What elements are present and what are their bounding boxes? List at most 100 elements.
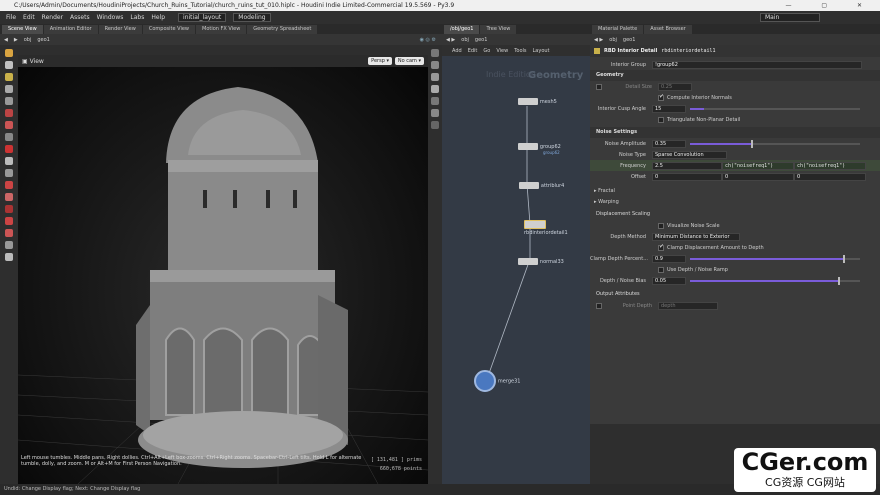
- wire-tool-icon[interactable]: [5, 217, 13, 225]
- menu-render[interactable]: Render: [42, 14, 63, 21]
- param-label: Detail Size: [625, 83, 652, 90]
- menu-windows[interactable]: Windows: [97, 14, 124, 21]
- offset-x-field[interactable]: 0: [652, 172, 722, 181]
- node-mesh5[interactable]: mesh5: [518, 98, 557, 105]
- network-editor-pane[interactable]: /obj/geo1 Tree View ◀ ▶ obj geo1 Add Edi…: [442, 24, 590, 484]
- church-ruins-model: [136, 87, 348, 468]
- node-body[interactable]: [518, 143, 538, 150]
- handle-tool-icon[interactable]: [5, 97, 13, 105]
- path-obj[interactable]: obj: [24, 37, 32, 43]
- cusp-angle-slider[interactable]: [690, 107, 860, 110]
- main-shelf-dropdown[interactable]: Main: [760, 13, 820, 22]
- display-tool-icon[interactable]: [5, 181, 13, 189]
- depth-method-dropdown[interactable]: Minimum Distance to Exterior: [652, 232, 740, 241]
- bias-field[interactable]: 0.05: [652, 276, 686, 285]
- transform-tool-icon[interactable]: [5, 61, 13, 69]
- desktop-dropdown[interactable]: initial_layout: [178, 13, 227, 22]
- cusp-angle-row: Interior Cusp Angle 15: [590, 103, 880, 114]
- bias-slider[interactable]: [690, 276, 860, 285]
- detail-size-field[interactable]: 0.25: [658, 82, 692, 91]
- display-options-icon[interactable]: [431, 49, 439, 57]
- template-tool-icon[interactable]: [5, 205, 13, 213]
- pin-icon[interactable]: ◉ ◎ ⚙: [420, 37, 436, 43]
- param-path-geo1[interactable]: geo1: [623, 37, 636, 43]
- menu-edit[interactable]: Edit: [23, 14, 35, 21]
- wireframe-icon[interactable]: [431, 73, 439, 81]
- window-controls[interactable]: — ▢ ✕: [785, 0, 876, 11]
- rotate-tool-icon[interactable]: [5, 73, 13, 81]
- pose-tool-icon[interactable]: [5, 109, 13, 117]
- noise-type-dropdown[interactable]: Sparse Convolution: [652, 150, 727, 159]
- triangulate-checkbox[interactable]: [658, 116, 664, 123]
- background-icon[interactable]: [431, 121, 439, 129]
- tab-animation-editor[interactable]: Animation Editor: [43, 25, 98, 34]
- point-depth-checkbox[interactable]: [596, 302, 602, 309]
- frequency-y-field[interactable]: ch("noisefreq1"): [722, 161, 794, 170]
- shaded-icon[interactable]: [431, 85, 439, 93]
- path-geo1[interactable]: geo1: [37, 37, 50, 43]
- tab-motion-fx-view[interactable]: Motion FX View: [196, 25, 247, 34]
- menu-assets[interactable]: Assets: [70, 14, 90, 21]
- 3d-viewport[interactable]: ▣ View Persp ▾ No cam ▾ Left mouse tumbl…: [18, 55, 428, 484]
- hat-tool-icon[interactable]: [5, 253, 13, 261]
- visualize-checkbox[interactable]: [658, 222, 664, 229]
- frequency-x-field[interactable]: 2.5: [652, 161, 722, 170]
- fractal-folder[interactable]: ▸ Fractal: [590, 185, 880, 196]
- clamp-percent-slider[interactable]: [690, 254, 860, 263]
- param-back-icon[interactable]: ◀ ▶: [594, 37, 603, 43]
- forward-icon[interactable]: ▶: [14, 37, 18, 43]
- node-body[interactable]: [519, 182, 539, 189]
- noise-amplitude-field[interactable]: 0.35: [652, 139, 686, 148]
- points-icon[interactable]: [431, 97, 439, 105]
- offset-z-field[interactable]: 0: [794, 172, 866, 181]
- select-tool-icon[interactable]: [5, 49, 13, 57]
- tab-scene-view[interactable]: Scene View: [2, 25, 43, 34]
- menu-help[interactable]: Help: [151, 14, 165, 21]
- offset-y-field[interactable]: 0: [722, 172, 794, 181]
- magnet-tool-icon[interactable]: [5, 145, 13, 153]
- compute-normals-checkbox[interactable]: [658, 93, 664, 101]
- cusp-angle-field[interactable]: 15: [652, 104, 686, 113]
- noise-amplitude-slider[interactable]: [690, 139, 860, 148]
- camera-tool-icon[interactable]: [5, 133, 13, 141]
- frequency-z-field[interactable]: ch("noisefreq1"): [794, 161, 866, 170]
- node-attriblur4[interactable]: attriblur4: [519, 182, 564, 189]
- point-depth-field[interactable]: depth: [658, 301, 718, 310]
- context-dropdown[interactable]: Modeling: [233, 13, 271, 22]
- shade-tool-icon[interactable]: [5, 229, 13, 237]
- node-group62[interactable]: group62 group62: [518, 143, 561, 155]
- back-icon[interactable]: ◀: [4, 37, 8, 43]
- clamp-percent-field[interactable]: 0.9: [652, 254, 686, 263]
- node-name-field[interactable]: rbdinteriordetail1: [661, 48, 715, 54]
- compute-normals-row: Compute Interior Normals: [590, 92, 880, 103]
- detail-size-checkbox[interactable]: [596, 83, 602, 90]
- node-body-display[interactable]: [474, 370, 496, 392]
- node-merge31[interactable]: merge31: [474, 370, 520, 392]
- node-body[interactable]: [518, 98, 538, 105]
- menu-labs[interactable]: Labs: [130, 14, 144, 21]
- view-tool-icon[interactable]: [5, 121, 13, 129]
- noise-type-row: Noise Type Sparse Convolution: [590, 149, 880, 160]
- node-body[interactable]: [518, 258, 538, 265]
- warping-folder[interactable]: ▸ Warping: [590, 196, 880, 207]
- tab-material-palette[interactable]: Material Palette: [592, 25, 644, 34]
- clamp-checkbox[interactable]: [658, 243, 664, 251]
- ghost-tool-icon[interactable]: [5, 193, 13, 201]
- node-body-selected[interactable]: [524, 220, 546, 229]
- lighting-icon[interactable]: [431, 61, 439, 69]
- interior-group-field[interactable]: !group62: [652, 60, 862, 69]
- tab-geometry-spreadsheet[interactable]: Geometry Spreadsheet: [247, 25, 318, 34]
- light-tool-icon[interactable]: [5, 241, 13, 249]
- use-ramp-checkbox[interactable]: [658, 266, 664, 273]
- scale-tool-icon[interactable]: [5, 85, 13, 93]
- node-normal33[interactable]: normal33: [518, 258, 564, 265]
- grid-tool-icon[interactable]: [5, 169, 13, 177]
- node-rbdinteriordetail1[interactable]: rbdinteriordetail1: [524, 220, 590, 236]
- tab-render-view[interactable]: Render View: [98, 25, 142, 34]
- tab-asset-browser[interactable]: Asset Browser: [644, 25, 692, 34]
- param-path-obj[interactable]: obj: [609, 37, 617, 43]
- tab-composite-view[interactable]: Composite View: [142, 25, 195, 34]
- menu-file[interactable]: File: [6, 14, 16, 21]
- snap-tool-icon[interactable]: [5, 157, 13, 165]
- normals-icon[interactable]: [431, 109, 439, 117]
